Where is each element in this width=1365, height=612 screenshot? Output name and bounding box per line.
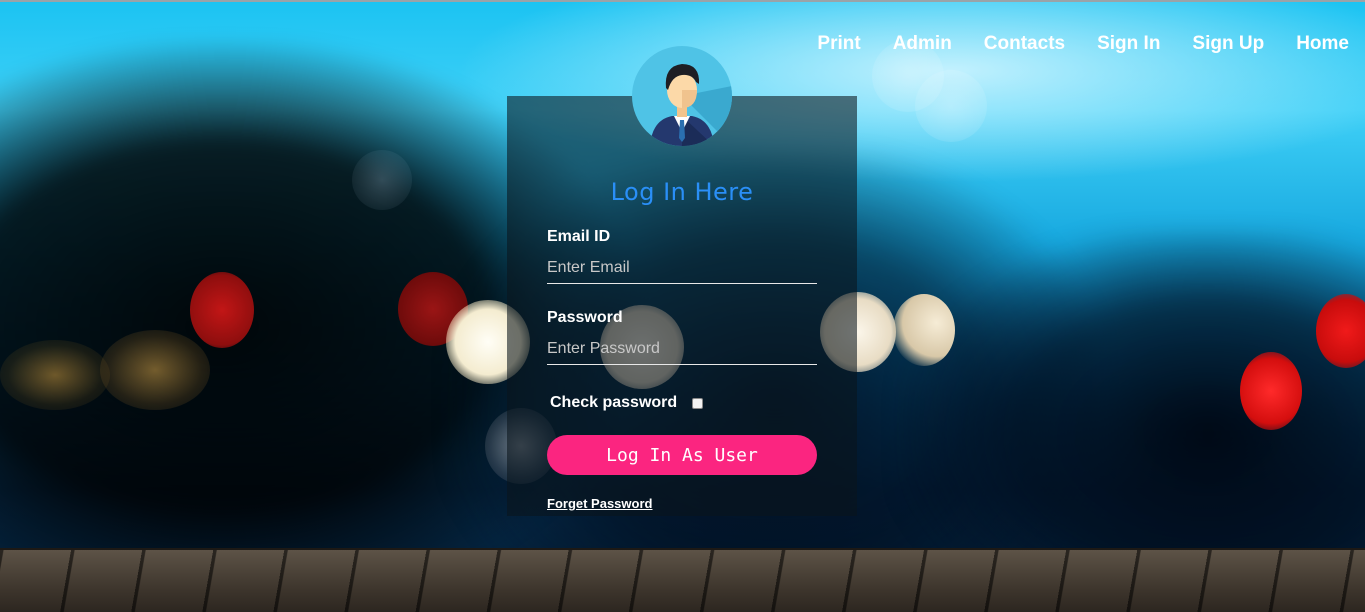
nav-home-link[interactable]: Home xyxy=(1296,33,1349,55)
password-label: Password xyxy=(547,309,623,326)
email-input[interactable] xyxy=(547,253,817,284)
nav-admin-link[interactable]: Admin xyxy=(893,33,952,55)
bokeh-light xyxy=(915,70,987,142)
email-label: Email ID xyxy=(547,228,611,245)
forget-password-link[interactable]: Forget Password xyxy=(547,496,652,511)
user-avatar-icon xyxy=(632,46,732,146)
check-password-label: Check password xyxy=(550,394,678,411)
login-title: Log In Here xyxy=(610,178,754,206)
log-in-as-user-button[interactable]: Log In As User xyxy=(547,435,817,475)
bokeh-light xyxy=(1240,352,1302,430)
bokeh-light xyxy=(0,340,110,410)
wooden-deck xyxy=(0,548,1365,612)
nav-print-link[interactable]: Print xyxy=(817,33,860,55)
bokeh-light xyxy=(893,294,955,366)
top-border xyxy=(0,0,1365,2)
nav-contacts-link[interactable]: Contacts xyxy=(984,33,1065,55)
nav-sign-in-link[interactable]: Sign In xyxy=(1097,33,1160,55)
bokeh-light xyxy=(352,150,412,210)
nav-sign-up-link[interactable]: Sign Up xyxy=(1192,33,1264,55)
check-password-checkbox[interactable] xyxy=(692,398,703,409)
password-input[interactable] xyxy=(547,334,817,365)
bokeh-light xyxy=(100,330,210,410)
top-navigation: Print Admin Contacts Sign In Sign Up Hom… xyxy=(817,33,1349,55)
bokeh-light xyxy=(190,272,254,348)
